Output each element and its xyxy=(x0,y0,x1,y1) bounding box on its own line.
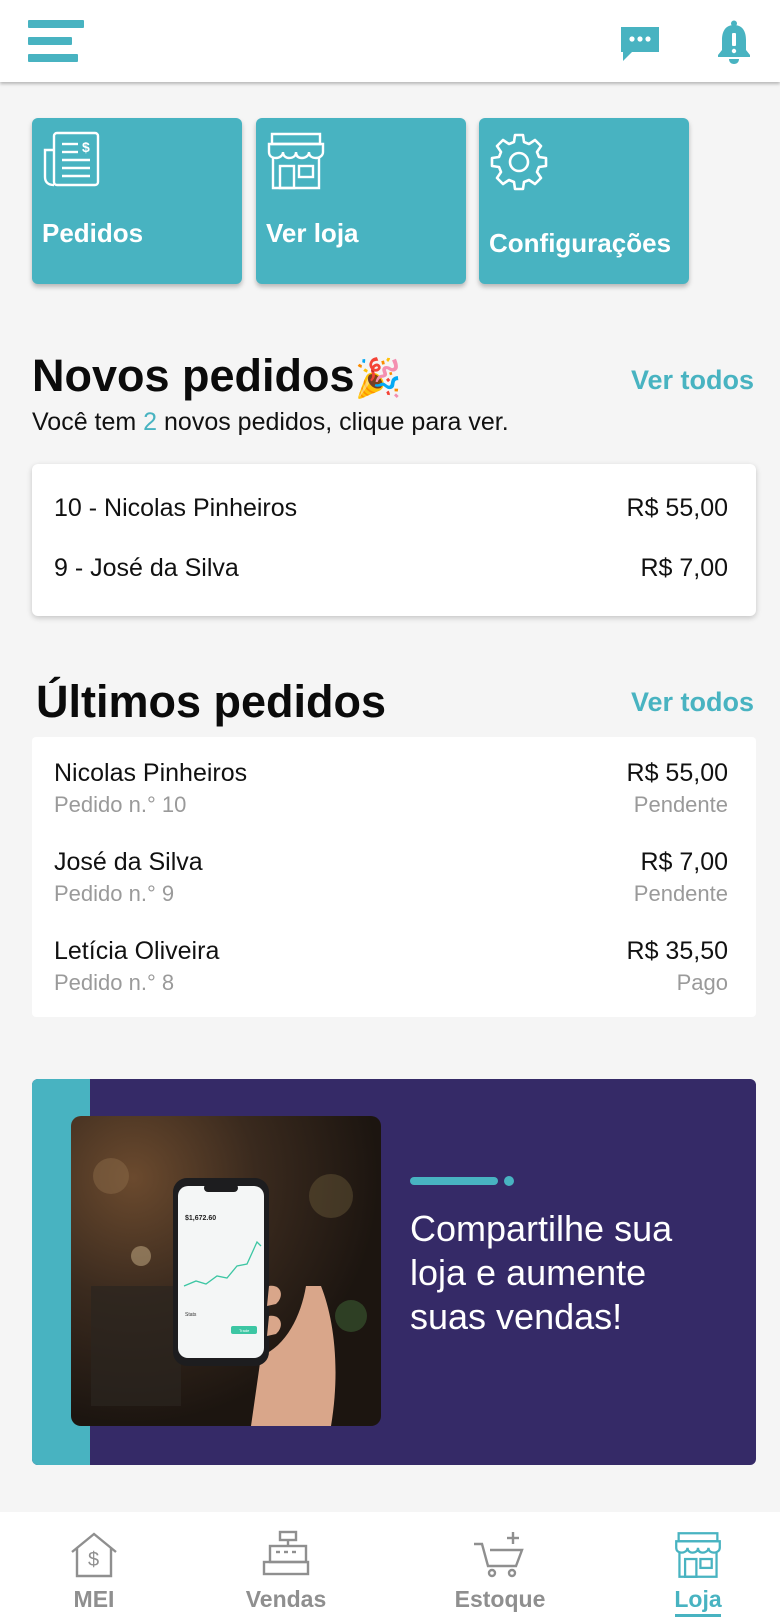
order-status: Pago xyxy=(676,970,728,995)
shortcut-label: Configurações xyxy=(489,228,672,258)
bell-alert-icon[interactable] xyxy=(716,20,752,64)
nav-label: Estoque xyxy=(454,1586,546,1612)
store-icon xyxy=(267,132,325,190)
chat-icon[interactable] xyxy=(618,24,662,64)
order-number: Pedido n.° 9 xyxy=(54,881,175,906)
last-orders-title: Últimos pedidos xyxy=(36,676,387,727)
order-status: Pendente xyxy=(633,881,728,906)
last-orders-see-all-link[interactable]: Ver todos xyxy=(631,687,754,718)
new-orders-see-all-link[interactable]: Ver todos xyxy=(631,365,754,396)
order-name: 10 - Nicolas Pinheiros xyxy=(54,494,298,522)
svg-text:$: $ xyxy=(82,139,90,155)
subtitle-post: novos pedidos, clique para ver. xyxy=(157,408,509,436)
subtitle-pre: Você tem xyxy=(32,408,144,436)
svg-text:$: $ xyxy=(88,1549,99,1571)
new-orders-card: 10 - Nicolas Pinheiros R$ 55,00 9 - José… xyxy=(32,464,756,616)
customer-name: Nicolas Pinheiros xyxy=(54,759,248,787)
shortcut-ver-loja[interactable]: Ver loja xyxy=(256,118,466,284)
last-order-row[interactable]: José da Silva Pedido n.° 9 R$ 7,00 Pende… xyxy=(54,848,728,912)
new-order-row[interactable]: 9 - José da Silva R$ 7,00 xyxy=(54,554,728,594)
shortcut-label: Pedidos xyxy=(42,218,144,248)
new-orders-subtitle: Você tem 2 novos pedidos, clique para ve… xyxy=(32,408,509,437)
share-store-banner[interactable]: $1,672.60 Stats Trade Compartilhe sua lo… xyxy=(32,1079,756,1465)
app-header xyxy=(0,0,780,82)
nav-item-loja[interactable]: Loja xyxy=(628,1512,768,1618)
order-number: Pedido n.° 8 xyxy=(54,970,175,995)
order-amount: R$ 55,00 xyxy=(626,494,728,522)
active-indicator xyxy=(675,1614,721,1617)
order-amount: R$ 35,50 xyxy=(626,937,728,965)
receipt-icon: $ xyxy=(43,131,100,187)
last-order-row[interactable]: Nicolas Pinheiros Pedido n.° 10 R$ 55,00… xyxy=(54,759,728,823)
last-order-row[interactable]: Letícia Oliveira Pedido n.° 8 R$ 35,50 P… xyxy=(54,937,728,1001)
banner-decor-line xyxy=(410,1177,498,1185)
nav-label: MEI xyxy=(73,1586,115,1612)
phone-in-hand-image: $1,672.60 Stats Trade xyxy=(91,1158,367,1426)
order-number: Pedido n.° 10 xyxy=(54,792,187,817)
banner-photo: $1,672.60 Stats Trade xyxy=(71,1116,381,1426)
phone-button: Trade xyxy=(239,1328,250,1333)
customer-name: Letícia Oliveira xyxy=(54,937,220,965)
nav-item-vendas[interactable]: Vendas xyxy=(216,1512,356,1618)
bottom-nav: $ MEI Vendas Estoque Loja xyxy=(0,1512,780,1618)
new-orders-count: 2 xyxy=(143,408,158,436)
nav-label: Vendas xyxy=(245,1586,327,1612)
party-popper-icon: 🎉 xyxy=(354,358,402,400)
cash-register-icon xyxy=(262,1530,310,1576)
phone-value: $1,672.60 xyxy=(185,1215,216,1222)
shortcut-configuracoes[interactable]: Configurações xyxy=(479,118,689,284)
banner-text: Compartilhe sua loja e aumente suas vend… xyxy=(410,1208,673,1337)
order-name: 9 - José da Silva xyxy=(54,554,239,582)
order-status: Pendente xyxy=(633,792,728,817)
cart-plus-icon xyxy=(474,1532,524,1578)
nav-label: Loja xyxy=(674,1586,722,1612)
nav-item-estoque[interactable]: Estoque xyxy=(430,1512,570,1618)
store-icon xyxy=(675,1532,721,1578)
new-orders-title-text: Novos pedidos xyxy=(32,350,355,401)
order-amount: R$ 55,00 xyxy=(626,759,728,787)
phone-label: Stats xyxy=(185,1312,197,1318)
order-amount: R$ 7,00 xyxy=(640,554,728,582)
new-orders-title: Novos pedidos🎉 xyxy=(32,350,402,402)
shortcut-label: Ver loja xyxy=(266,218,359,248)
house-dollar-icon: $ xyxy=(71,1532,117,1578)
last-orders-card: Nicolas Pinheiros Pedido n.° 10 R$ 55,00… xyxy=(32,737,756,1017)
gear-icon xyxy=(490,133,548,191)
shortcut-pedidos[interactable]: $ Pedidos xyxy=(32,118,242,284)
nav-item-mei[interactable]: $ MEI xyxy=(24,1512,164,1618)
new-order-row[interactable]: 10 - Nicolas Pinheiros R$ 55,00 xyxy=(54,494,728,534)
banner-decor-dot xyxy=(504,1176,514,1186)
order-amount: R$ 7,00 xyxy=(640,848,728,876)
hamburger-icon[interactable] xyxy=(28,20,88,62)
customer-name: José da Silva xyxy=(54,848,203,876)
